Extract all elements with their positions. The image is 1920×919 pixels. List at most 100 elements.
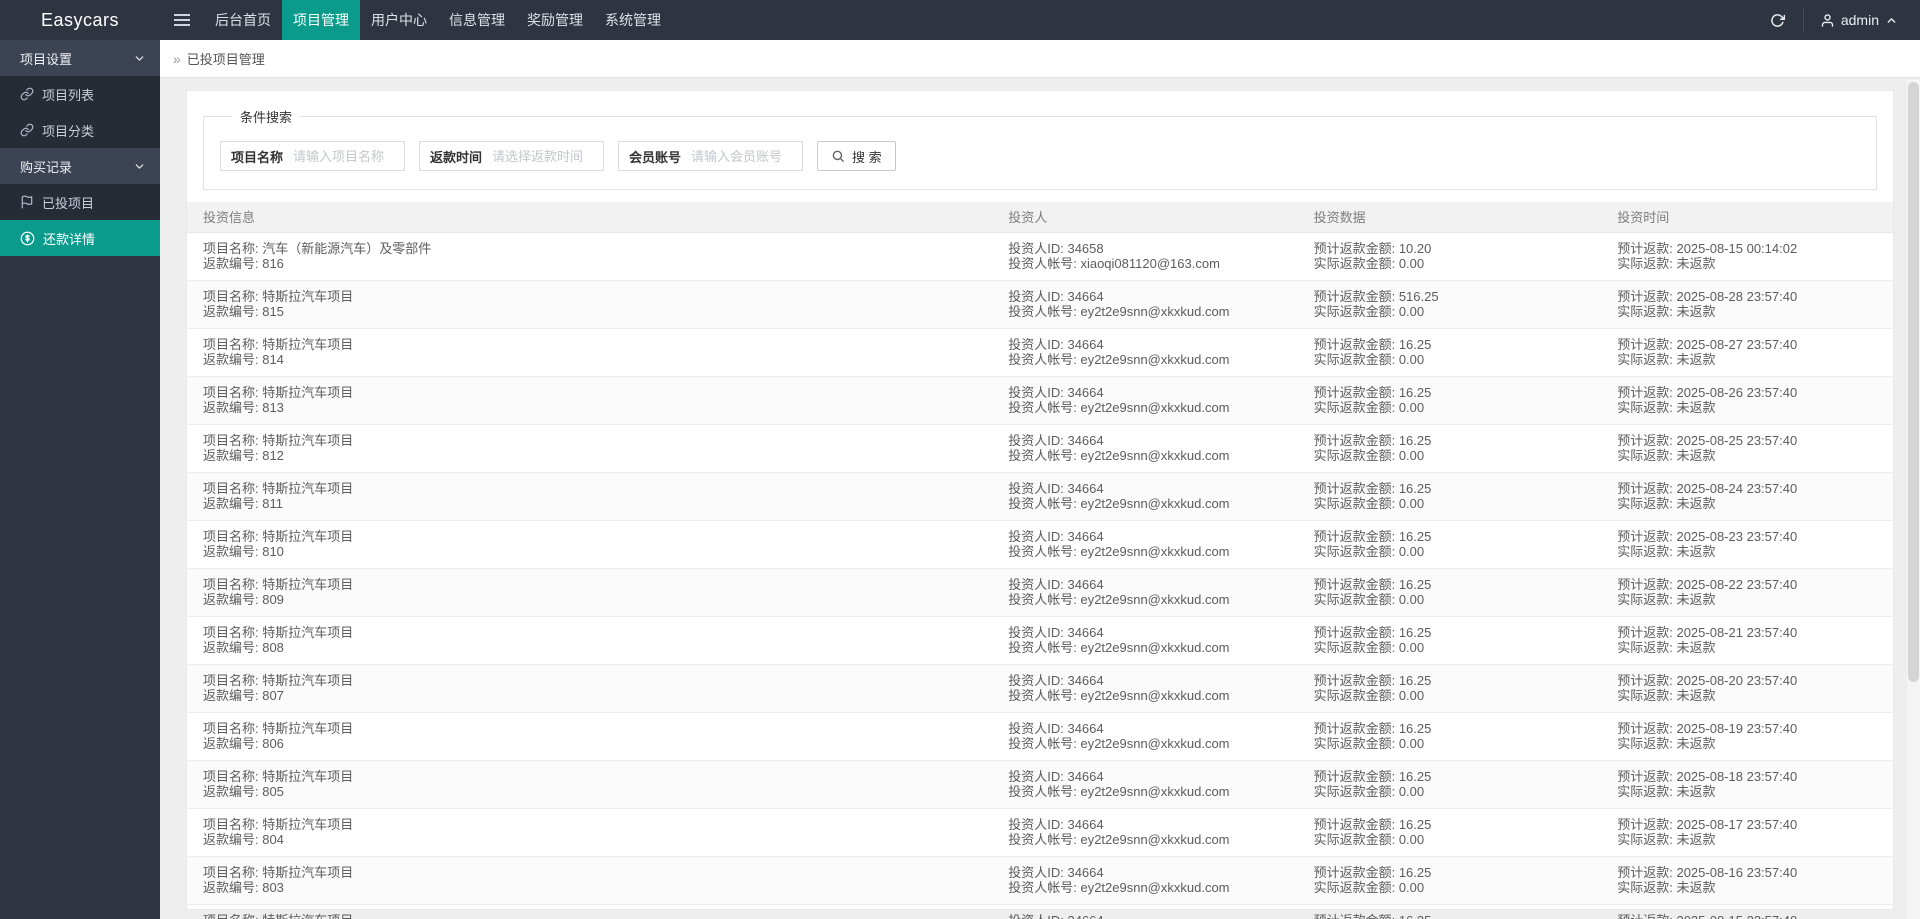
- tab-user[interactable]: 用户中心: [360, 0, 438, 40]
- cell-line: 返款编号: 806: [203, 736, 284, 751]
- table-cell: 预计返款金额: 10.20 实际返款金额: 0.00: [1297, 232, 1602, 281]
- cell-line: 项目名称: 特斯拉汽车项目: [203, 480, 354, 496]
- table-cell: 项目名称: 特斯拉汽车项目返款编号: 802: [187, 904, 993, 919]
- sidebar-item-invested-projects[interactable]: 已投项目: [0, 184, 160, 220]
- cell-line: 预计返款金额: 16.25: [1313, 720, 1432, 736]
- cell-line: 返款编号: 816: [203, 256, 284, 271]
- cell-line: 预计返款: 2025-08-27 23:57:40: [1617, 336, 1798, 352]
- tab-home[interactable]: 后台首页: [204, 0, 282, 40]
- cell-line: 实际返款金额: 0.00: [1313, 352, 1425, 367]
- cell-line: 投资人帐号: ey2t2e9snn@xkxkud.com: [1008, 688, 1230, 703]
- cell-line: 实际返款: 未返款: [1617, 256, 1716, 271]
- tab-reward[interactable]: 奖励管理: [516, 0, 594, 40]
- table-cell: 项目名称: 特斯拉汽车项目 返款编号: 807: [187, 664, 993, 713]
- chevron-down-icon: [133, 52, 146, 65]
- tab-project[interactable]: 项目管理: [282, 0, 360, 40]
- table-cell: 投资人ID: 34664投资人帐号: ey2t2e9snn@xkxkud.com: [992, 856, 1298, 905]
- table-header-row: 投资信息 投资人 投资数据 投资时间: [187, 202, 1893, 233]
- table-cell: 预计返款: 2025-08-15 00:14:02 实际返款: 未返款: [1601, 232, 1893, 281]
- cell-line: 项目名称: 特斯拉汽车项目: [203, 384, 354, 400]
- chevron-up-icon: [1887, 17, 1896, 23]
- refund-time-input[interactable]: [492, 142, 603, 170]
- cell-line: 预计返款: 2025-08-15 00:14:02: [1617, 240, 1798, 256]
- table-cell: 预计返款金额: 16.25实际返款金额: 0.00: [1297, 328, 1602, 377]
- flag-icon: [20, 195, 34, 209]
- table-cell: 投资人ID: 34664投资人帐号: ey2t2e9snn@xkxkud.com: [992, 424, 1298, 473]
- table-cell: 预计返款金额: 16.25实际返款金额: 0.00: [1297, 424, 1602, 473]
- cell-line: 投资人ID: 34664: [1008, 816, 1104, 832]
- sidebar-item-label: 项目分类: [42, 123, 95, 139]
- table-cell: 预计返款: 2025-08-18 23:57:40 实际返款: 未返款: [1601, 760, 1893, 809]
- cell-line: 项目名称: 特斯拉汽车项目: [203, 720, 354, 736]
- table-cell: 预计返款: 2025-08-27 23:57:40 实际返款: 未返款: [1601, 328, 1893, 377]
- cell-line: 预计返款: 2025-08-22 23:57:40: [1617, 576, 1798, 592]
- cell-line: 实际返款: 未返款: [1617, 592, 1716, 607]
- topbar-right: admin: [1753, 0, 1920, 40]
- search-button[interactable]: 搜 索: [817, 141, 896, 171]
- cell-line: 投资人帐号: ey2t2e9snn@xkxkud.com: [1008, 784, 1230, 799]
- cell-line: 实际返款: 未返款: [1617, 736, 1716, 751]
- cell-line: 返款编号: 811: [203, 496, 283, 511]
- cell-line: 实际返款金额: 0.00: [1313, 832, 1425, 847]
- cell-line: 项目名称: 特斯拉汽车项目: [203, 288, 354, 304]
- table-row: 项目名称: 特斯拉汽车项目 返款编号: 811 投资人ID: 34664 投资人帐号:…: [187, 472, 1893, 521]
- sidebar-item-project-list[interactable]: 项目列表: [0, 76, 160, 112]
- table-row: 项目名称: 特斯拉汽车项目返款编号: 802投资人ID: 34664投资人帐号:…: [187, 904, 1893, 919]
- table-cell: 预计返款金额: 16.25实际返款金额: 0.00: [1297, 568, 1602, 617]
- project-name-input[interactable]: [293, 142, 404, 170]
- sidebar-group-purchase-records[interactable]: 购买记录: [0, 148, 160, 184]
- table-cell: 投资人ID: 34664投资人帐号: ey2t2e9snn@xkxkud.com: [992, 904, 1298, 919]
- table-row: 项目名称: 特斯拉汽车项目 返款编号: 813 投资人ID: 34664 投资人帐号:…: [187, 376, 1893, 425]
- cell-line: 投资人ID: 34658: [1008, 240, 1104, 256]
- table-row: 项目名称: 特斯拉汽车项目 返款编号: 809 投资人ID: 34664 投资人帐号:…: [187, 568, 1893, 617]
- cell-line: 投资人ID: 34664: [1008, 480, 1104, 496]
- table-row: 项目名称: 特斯拉汽车项目 返款编号: 810 投资人ID: 34664 投资人帐号:…: [187, 520, 1893, 569]
- scrollbar-thumb[interactable]: [1908, 82, 1919, 682]
- cell-line: 投资人ID: 34664: [1008, 864, 1104, 880]
- cell-line: 实际返款: 未返款: [1617, 880, 1716, 895]
- cell-line: 实际返款: 未返款: [1617, 640, 1716, 655]
- cell-line: 实际返款金额: 0.00: [1313, 496, 1425, 511]
- cell-line: 实际返款: 未返款: [1617, 544, 1716, 559]
- table-cell: 预计返款: 2025-08-22 23:57:40 实际返款: 未返款: [1601, 568, 1893, 617]
- cell-line: 预计返款: 2025-08-17 23:57:40: [1617, 816, 1798, 832]
- table-cell: 投资人ID: 34664投资人帐号: ey2t2e9snn@xkxkud.com: [992, 616, 1298, 665]
- table-cell: 预计返款金额: 16.25实际返款金额: 0.00: [1297, 808, 1602, 857]
- tab-info[interactable]: 信息管理: [438, 0, 516, 40]
- sidebar-item-label: 还款详情: [43, 231, 96, 247]
- member-account-input[interactable]: [691, 142, 802, 170]
- cell-line: 项目名称: 特斯拉汽车项目: [203, 624, 354, 640]
- content-panel: 条件搜索 项目名称 返款时间 会员账号 搜 索 投资信息投资人投资数据投资时间 项目…: [186, 90, 1894, 919]
- page-title: 已投项目管理: [186, 52, 265, 67]
- table-cell: 投资人ID: 34664投资人帐号: ey2t2e9snn@xkxkud.com: [992, 664, 1298, 713]
- refresh-button[interactable]: [1753, 0, 1803, 40]
- table-cell: 预计返款: 2025-08-25 23:57:40 实际返款: 未返款: [1601, 424, 1893, 473]
- sidebar-item-project-category[interactable]: 项目分类: [0, 112, 160, 148]
- search-button-label: 搜 索: [852, 149, 882, 165]
- cell-line: 投资人ID: 34664: [1008, 672, 1104, 688]
- table-cell: 项目名称: 特斯拉汽车项目 返款编号: 809: [187, 568, 993, 617]
- cell-line: 投资人帐号: ey2t2e9snn@xkxkud.com: [1008, 544, 1230, 559]
- table-row: 项目名称: 特斯拉汽车项目 返款编号: 808 投资人ID: 34664 投资人帐号:…: [187, 616, 1893, 665]
- cell-line: 投资人ID: 34664: [1008, 528, 1104, 544]
- sidebar-toggle-button[interactable]: [160, 0, 204, 40]
- table-cell: 投资人ID: 34664投资人帐号: ey2t2e9snn@xkxkud.com: [992, 520, 1298, 569]
- cell-line: 预计返款金额: 16.25: [1313, 864, 1432, 880]
- sidebar-group-project-settings[interactable]: 项目设置: [0, 40, 160, 76]
- tab-system[interactable]: 系统管理: [594, 0, 672, 40]
- table-cell: 项目名称: 汽车（新能源汽车）及零部件 返款编号: 816: [187, 232, 993, 281]
- cell-line: 返款编号: 812: [203, 448, 284, 463]
- cell-line: 投资人帐号: ey2t2e9snn@xkxkud.com: [1008, 880, 1230, 895]
- cell-line: 项目名称: 特斯拉汽车项目: [203, 913, 976, 919]
- link-icon: [20, 87, 34, 101]
- table-cell: 项目名称: 特斯拉汽车项目 返款编号: 815: [187, 280, 993, 329]
- cell-line: 实际返款金额: 0.00: [1313, 736, 1425, 751]
- admin-menu[interactable]: admin: [1804, 0, 1920, 40]
- cell-line: 项目名称: 汽车（新能源汽车）及零部件: [203, 240, 432, 256]
- table-cell: 投资人ID: 34664投资人帐号: ey2t2e9snn@xkxkud.com: [992, 712, 1298, 761]
- table-cell: 预计返款: 2025-08-19 23:57:40 实际返款: 未返款: [1601, 712, 1893, 761]
- sidebar-item-repayment-details[interactable]: 还款详情: [0, 220, 160, 256]
- cell-line: 投资人帐号: ey2t2e9snn@xkxkud.com: [1008, 448, 1230, 463]
- cell-line: 项目名称: 特斯拉汽车项目: [203, 672, 354, 688]
- cell-line: 预计返款: 2025-08-26 23:57:40: [1617, 384, 1798, 400]
